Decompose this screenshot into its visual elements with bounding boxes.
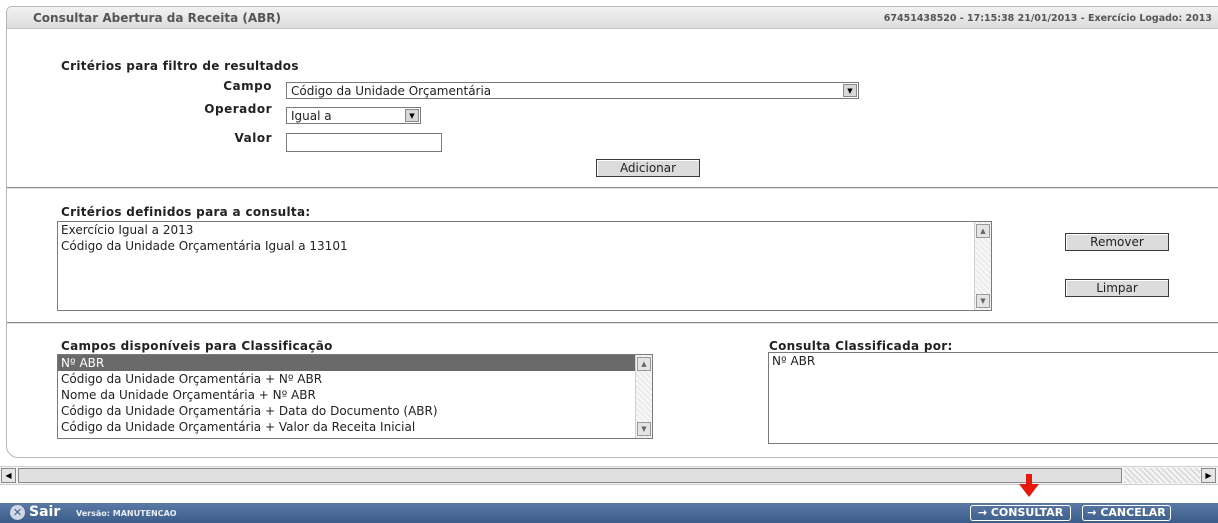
list-item[interactable]: Nº ABR [769,353,1218,369]
operator-select-value: Igual a [291,109,332,123]
sorted-by-listbox[interactable]: Nº ABR [768,352,1218,444]
list-item[interactable]: Código da Unidade Orçamentária Igual a 1… [58,238,991,254]
list-item[interactable]: Código da Unidade Orçamentária + Valor d… [58,419,652,435]
value-input[interactable] [286,133,442,152]
available-fields-title: Campos disponíveis para Classificação [61,339,333,353]
criteria-section-title: Critérios definidos para a consulta: [61,205,311,219]
criteria-scrollbar[interactable]: ▲ ▼ [974,222,991,310]
cancel-button[interactable]: → CANCELAR [1082,505,1171,521]
criteria-listbox[interactable]: Exercício Igual a 2013 Código da Unidade … [57,221,992,311]
consult-button[interactable]: → CONSULTAR [970,505,1071,521]
version-label: Versão: MANUTENCAO [76,509,177,518]
red-arrow-down-icon [1019,474,1039,497]
close-circle-icon[interactable]: ✕ [10,505,25,520]
sorted-items: Nº ABR [769,353,1218,369]
list-item[interactable]: Nº ABR [58,355,652,371]
main-panel: Consultar Abertura da Receita (ABR) 6745… [6,6,1218,458]
remove-button[interactable]: Remover [1065,233,1169,251]
field-select-value: Código da Unidade Orçamentária [291,84,492,98]
title-bar: Consultar Abertura da Receita (ABR) 6745… [7,7,1218,29]
available-items: Nº ABR Código da Unidade Orçamentária + N… [58,355,652,435]
scroll-up-icon[interactable]: ▲ [976,224,990,238]
field-label: Campo [223,79,272,93]
logout-link[interactable]: Sair [29,504,60,520]
list-item[interactable]: Código da Unidade Orçamentária + Data do… [58,403,652,419]
list-item[interactable]: Exercício Igual a 2013 [58,222,991,238]
value-label: Valor [234,131,272,145]
chevron-down-icon: ▼ [405,109,419,122]
scroll-right-icon[interactable]: ▶ [1201,468,1216,483]
sorted-by-title: Consulta Classificada por: [769,339,953,353]
list-item[interactable]: Código da Unidade Orçamentária + Nº ABR [58,371,652,387]
scrollbar-track[interactable] [1124,468,1200,483]
chevron-down-icon: ▼ [843,84,857,97]
criteria-items: Exercício Igual a 2013 Código da Unidade … [58,222,991,254]
field-select[interactable]: Código da Unidade Orçamentária ▼ [286,82,859,99]
divider [7,322,1218,324]
available-scrollbar[interactable]: ▲ ▼ [635,355,652,438]
operator-select[interactable]: Igual a ▼ [286,107,421,124]
scrollbar-thumb[interactable] [18,468,1122,483]
operator-label: Operador [204,102,272,116]
scroll-left-icon[interactable]: ◀ [1,468,16,483]
page-title: Consultar Abertura da Receita (ABR) [33,11,281,25]
list-item[interactable]: Nome da Unidade Orçamentária + Nº ABR [58,387,652,403]
filter-section-title: Critérios para filtro de resultados [61,59,299,73]
scroll-up-icon[interactable]: ▲ [637,357,651,371]
available-fields-listbox[interactable]: Nº ABR Código da Unidade Orçamentária + N… [57,354,653,439]
session-info: 67451438520 - 17:15:38 21/01/2013 - Exer… [883,13,1212,24]
bottom-bar: ✕ Sair Versão: MANUTENCAO → CONSULTAR → … [0,503,1218,523]
scroll-down-icon[interactable]: ▼ [637,422,651,436]
add-button[interactable]: Adicionar [596,159,700,177]
divider [7,187,1218,189]
clear-button[interactable]: Limpar [1065,279,1169,297]
scroll-down-icon[interactable]: ▼ [976,294,990,308]
